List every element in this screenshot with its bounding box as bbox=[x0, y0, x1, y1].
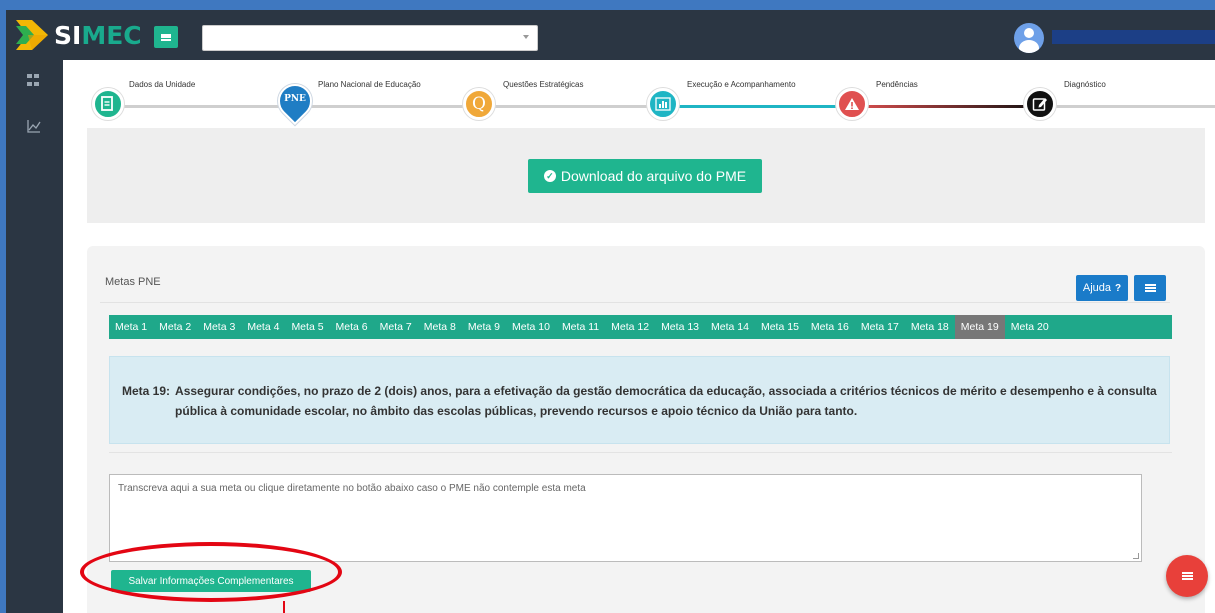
tab-meta-16[interactable]: Meta 16 bbox=[805, 315, 855, 339]
divider bbox=[109, 452, 1172, 453]
help-icon: ? bbox=[1115, 282, 1122, 294]
pin-label: PNE bbox=[284, 94, 306, 104]
tab-meta-15[interactable]: Meta 15 bbox=[755, 315, 805, 339]
user-name-redacted bbox=[1052, 30, 1215, 44]
step-label: Dados da Unidade bbox=[129, 80, 196, 89]
tab-meta-18[interactable]: Meta 18 bbox=[905, 315, 955, 339]
menu-toggle-button[interactable] bbox=[154, 26, 178, 48]
edit-icon bbox=[1024, 88, 1056, 120]
tab-meta-8[interactable]: Meta 8 bbox=[418, 315, 462, 339]
tab-meta-12[interactable]: Meta 12 bbox=[605, 315, 655, 339]
divider bbox=[100, 302, 1170, 303]
tab-meta-7[interactable]: Meta 7 bbox=[374, 315, 418, 339]
unit-select[interactable] bbox=[202, 25, 538, 51]
tab-meta-10[interactable]: Meta 10 bbox=[506, 315, 556, 339]
metas-title: Metas PNE bbox=[105, 276, 161, 288]
tab-meta-19[interactable]: Meta 19 bbox=[954, 315, 1005, 339]
tab-meta-14[interactable]: Meta 14 bbox=[705, 315, 755, 339]
tab-meta-1[interactable]: Meta 1 bbox=[109, 315, 153, 339]
floating-menu-button[interactable] bbox=[1166, 555, 1208, 597]
tab-meta-20[interactable]: Meta 20 bbox=[1005, 315, 1055, 339]
tab-meta-9[interactable]: Meta 9 bbox=[462, 315, 506, 339]
list-icon bbox=[1144, 284, 1156, 292]
tab-meta-5[interactable]: Meta 5 bbox=[285, 315, 329, 339]
tab-meta-11[interactable]: Meta 11 bbox=[556, 315, 605, 339]
simec-logo[interactable]: SIMEC bbox=[14, 18, 142, 52]
question-icon: Q bbox=[463, 88, 495, 120]
step-label: Questões Estratégicas bbox=[503, 80, 584, 89]
textarea-placeholder: Transcreva aqui a sua meta ou clique dir… bbox=[118, 483, 586, 494]
meta-description-label: Meta 19: bbox=[122, 384, 171, 398]
annotation-ellipse bbox=[80, 542, 342, 602]
check-circle-icon: ✓ bbox=[543, 170, 556, 182]
meta-description-text: Assegurar condições, no prazo de 2 (dois… bbox=[175, 384, 1157, 418]
tab-meta-4[interactable]: Meta 4 bbox=[241, 315, 285, 339]
step-label: Execução e Acompanhamento bbox=[687, 80, 796, 89]
logo-text: SIMEC bbox=[54, 20, 142, 50]
download-pme-button[interactable]: ✓ Download do arquivo do PME bbox=[528, 159, 762, 193]
download-panel: ✓ Download do arquivo do PME bbox=[87, 128, 1205, 223]
avatar-body-icon bbox=[1019, 40, 1039, 53]
meta-tabs: Meta 1 Meta 2 Meta 3 Meta 4 Meta 5 Meta 6 Meta… bbox=[109, 315, 1172, 339]
ajuda-label: Ajuda bbox=[1082, 282, 1112, 294]
ajuda-button[interactable]: Ajuda ? bbox=[1076, 275, 1128, 301]
tab-meta-6[interactable]: Meta 6 bbox=[330, 315, 374, 339]
tab-meta-3[interactable]: Meta 3 bbox=[197, 315, 241, 339]
sidebar bbox=[6, 60, 63, 613]
dashboard-icon[interactable] bbox=[27, 74, 39, 88]
tab-meta-17[interactable]: Meta 17 bbox=[855, 315, 905, 339]
document-icon bbox=[92, 88, 124, 120]
stepper-line bbox=[1041, 105, 1215, 108]
step-label: Plano Nacional de Educação bbox=[318, 80, 421, 89]
list-button[interactable] bbox=[1134, 275, 1166, 301]
user-avatar[interactable] bbox=[1014, 23, 1044, 53]
top-bar: SIMEC bbox=[6, 10, 1215, 60]
tab-meta-2[interactable]: Meta 2 bbox=[153, 315, 197, 339]
wizard-stepper: Dados da Unidade PNE Plano Nacional de E… bbox=[63, 60, 1215, 130]
annotation-pointer bbox=[283, 601, 285, 613]
main-content: Dados da Unidade PNE Plano Nacional de E… bbox=[63, 60, 1215, 613]
avatar-head-icon bbox=[1024, 28, 1034, 38]
menu-icon bbox=[1181, 572, 1193, 580]
step-label: Diagnóstico bbox=[1064, 80, 1106, 89]
stepper-line bbox=[483, 105, 663, 108]
stepper-line bbox=[671, 105, 853, 108]
meta-description: Meta 19: Assegurar condições, no prazo d… bbox=[109, 356, 1170, 444]
caret-down-icon bbox=[523, 35, 529, 39]
hamburger-icon bbox=[161, 33, 171, 41]
bar-chart-icon bbox=[647, 88, 679, 120]
download-button-label: Download do arquivo do PME bbox=[560, 168, 747, 184]
logo-arrow-icon bbox=[16, 20, 48, 50]
line-chart-icon[interactable] bbox=[27, 119, 41, 133]
app-window: SIMEC Dados da Unidade PNE Plano Naciona… bbox=[6, 10, 1215, 613]
warning-icon bbox=[836, 88, 868, 120]
resize-handle-icon[interactable] bbox=[1133, 553, 1139, 559]
tab-meta-13[interactable]: Meta 13 bbox=[655, 315, 705, 339]
stepper-line bbox=[851, 105, 1041, 108]
step-label: Pendências bbox=[876, 80, 918, 89]
